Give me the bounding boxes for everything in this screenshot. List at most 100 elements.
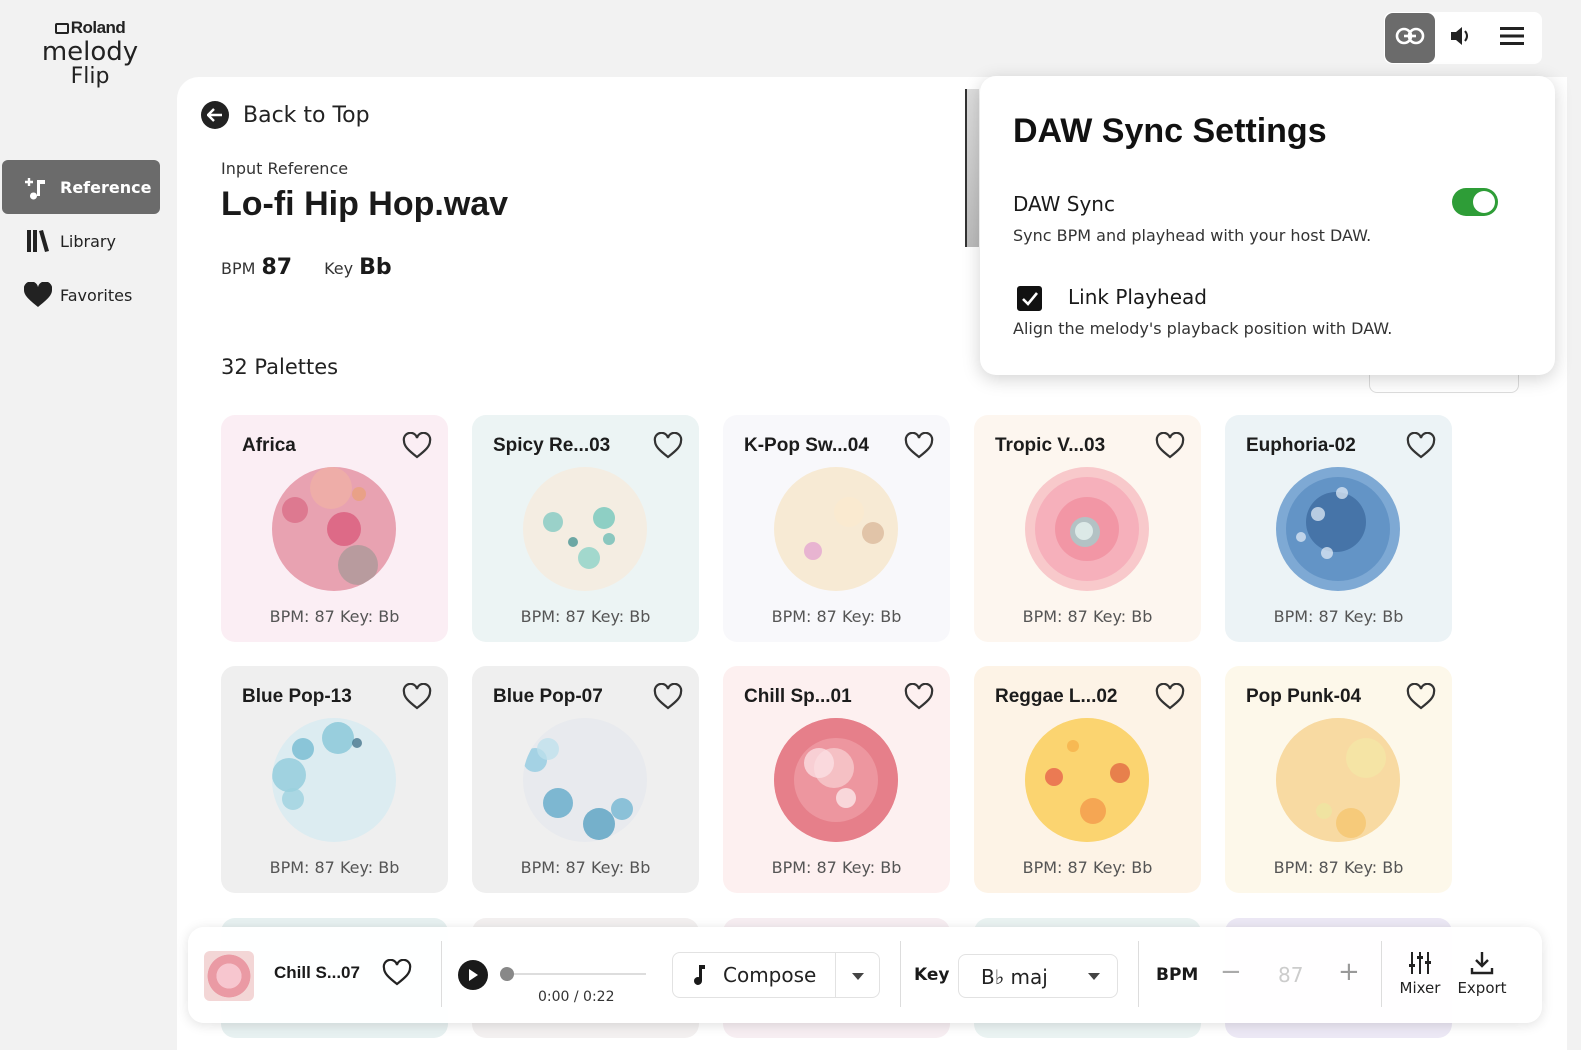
- palette-card[interactable]: Africa BPM: 87 Key: Bb: [221, 415, 448, 642]
- menu-icon: [1500, 26, 1524, 50]
- palette-card[interactable]: Chill Sp...01 BPM: 87 Key: Bb: [723, 666, 950, 893]
- favorite-button[interactable]: [402, 682, 432, 711]
- favorite-button[interactable]: [653, 682, 683, 711]
- bpm-label: BPM: [221, 259, 256, 278]
- play-button[interactable]: [458, 960, 488, 990]
- palette-title: Chill Sp...01: [744, 686, 852, 707]
- palette-card[interactable]: Blue Pop-13 BPM: 87 Key: Bb: [221, 666, 448, 893]
- key-select-value: B♭ maj: [981, 965, 1048, 989]
- palette-info: BPM: 87 Key: Bb: [1273, 858, 1404, 877]
- daw-link-button[interactable]: [1385, 13, 1435, 63]
- daw-sync-description: Sync BPM and playhead with your host DAW…: [1013, 226, 1372, 245]
- palette-orb: [523, 718, 647, 842]
- divider: [900, 941, 901, 1007]
- sidebar-nav: Reference Library Favorites: [2, 160, 160, 322]
- divider: [1138, 941, 1139, 1007]
- favorite-button[interactable]: [1406, 431, 1436, 460]
- bpm-label: BPM: [1156, 965, 1199, 985]
- music-note-icon: [694, 965, 705, 985]
- favorite-button[interactable]: [1155, 431, 1185, 460]
- heart-filled-icon: [24, 281, 52, 309]
- logo-brand: Roland: [30, 18, 150, 38]
- palette-orb: [1276, 467, 1400, 591]
- favorite-button[interactable]: [1406, 682, 1436, 711]
- chevron-down-icon[interactable]: [851, 972, 865, 981]
- key-value: Bb: [359, 255, 392, 280]
- link-icon: [1395, 26, 1425, 50]
- palette-title: Tropic V...03: [995, 435, 1106, 456]
- palette-card[interactable]: Spicy Re...03 BPM: 87 Key: Bb: [472, 415, 699, 642]
- sidebar-item-label: Reference: [60, 177, 152, 197]
- compose-dropdown[interactable]: Compose: [672, 952, 880, 998]
- popup-title: DAW Sync Settings: [1013, 112, 1327, 150]
- playback-slider[interactable]: [500, 967, 646, 981]
- daw-sync-toggle[interactable]: [1452, 188, 1498, 216]
- link-playhead-checkbox[interactable]: [1017, 286, 1042, 311]
- palette-orb: [774, 718, 898, 842]
- palette-info: BPM: 87 Key: Bb: [269, 607, 400, 626]
- app-logo: Roland melody Flip: [30, 18, 150, 88]
- daw-sync-label: DAW Sync: [1013, 192, 1115, 216]
- sidebar-item-favorites[interactable]: Favorites: [2, 268, 160, 322]
- key-label: Key: [324, 259, 354, 278]
- logo-line2: Flip: [70, 64, 110, 89]
- bpm-decrement-button[interactable]: −: [1220, 957, 1242, 987]
- divider: [441, 941, 442, 1007]
- favorite-button[interactable]: [904, 431, 934, 460]
- palette-orb: [1276, 718, 1400, 842]
- arrow-left-icon: [201, 101, 229, 129]
- export-button[interactable]: Export: [1456, 947, 1508, 997]
- palette-info: BPM: 87 Key: Bb: [771, 607, 902, 626]
- heart-icon: [402, 431, 432, 459]
- palette-orb: [774, 467, 898, 591]
- file-title: Lo-fi Hip Hop.wav: [221, 185, 509, 223]
- palette-info: BPM: 87 Key: Bb: [1273, 607, 1404, 626]
- mixer-icon: [1398, 947, 1442, 979]
- favorite-button[interactable]: [653, 431, 683, 460]
- link-playhead-label: Link Playhead: [1068, 285, 1207, 309]
- bpm-increment-button[interactable]: +: [1338, 957, 1360, 987]
- waveform-edge: [965, 89, 979, 247]
- chevron-down-icon: [1088, 973, 1100, 980]
- heart-icon: [382, 958, 412, 986]
- heart-icon: [1155, 431, 1185, 459]
- compose-label: Compose: [723, 963, 817, 987]
- top-toolbar: [1384, 12, 1542, 64]
- favorite-button[interactable]: [1155, 682, 1185, 711]
- heart-icon: [1155, 682, 1185, 710]
- palette-info: BPM: 87 Key: Bb: [520, 858, 651, 877]
- sidebar-item-reference[interactable]: Reference: [2, 160, 160, 214]
- bpm-value: 87: [261, 255, 293, 280]
- palette-card[interactable]: Blue Pop-07 BPM: 87 Key: Bb: [472, 666, 699, 893]
- palette-card[interactable]: Euphoria-02 BPM: 87 Key: Bb: [1225, 415, 1452, 642]
- heart-icon: [1406, 682, 1436, 710]
- divider: [1381, 941, 1382, 1007]
- favorite-button[interactable]: [402, 431, 432, 460]
- download-icon: [1456, 947, 1508, 979]
- sidebar-item-library[interactable]: Library: [2, 214, 160, 268]
- key-select[interactable]: B♭ maj: [958, 954, 1118, 998]
- palette-info: BPM: 87 Key: Bb: [269, 858, 400, 877]
- palette-card[interactable]: Tropic V...03 BPM: 87 Key: Bb: [974, 415, 1201, 642]
- favorite-button[interactable]: [904, 682, 934, 711]
- reference-meta: BPM 87 Key Bb: [221, 255, 424, 280]
- back-to-top-button[interactable]: Back to Top: [201, 101, 370, 129]
- palette-card[interactable]: Reggae L...02 BPM: 87 Key: Bb: [974, 666, 1201, 893]
- bpm-value[interactable]: 87: [1278, 963, 1303, 987]
- input-reference-label: Input Reference: [221, 159, 349, 178]
- palette-card[interactable]: K-Pop Sw...04 BPM: 87 Key: Bb: [723, 415, 950, 642]
- palette-card[interactable]: Pop Punk-04 BPM: 87 Key: Bb: [1225, 666, 1452, 893]
- palette-info: BPM: 87 Key: Bb: [520, 607, 651, 626]
- back-label: Back to Top: [243, 102, 370, 128]
- playback-time: 0:00 / 0:22: [538, 989, 615, 1005]
- volume-button[interactable]: [1436, 13, 1486, 63]
- favorite-button[interactable]: [382, 958, 412, 991]
- check-icon: [1021, 291, 1038, 306]
- playhead-handle[interactable]: [500, 967, 514, 981]
- heart-icon: [1406, 431, 1436, 459]
- menu-button[interactable]: [1487, 13, 1537, 63]
- speaker-icon: [1449, 25, 1473, 51]
- palette-title: Blue Pop-07: [493, 686, 603, 707]
- mixer-button[interactable]: Mixer: [1398, 947, 1442, 997]
- heart-icon: [402, 682, 432, 710]
